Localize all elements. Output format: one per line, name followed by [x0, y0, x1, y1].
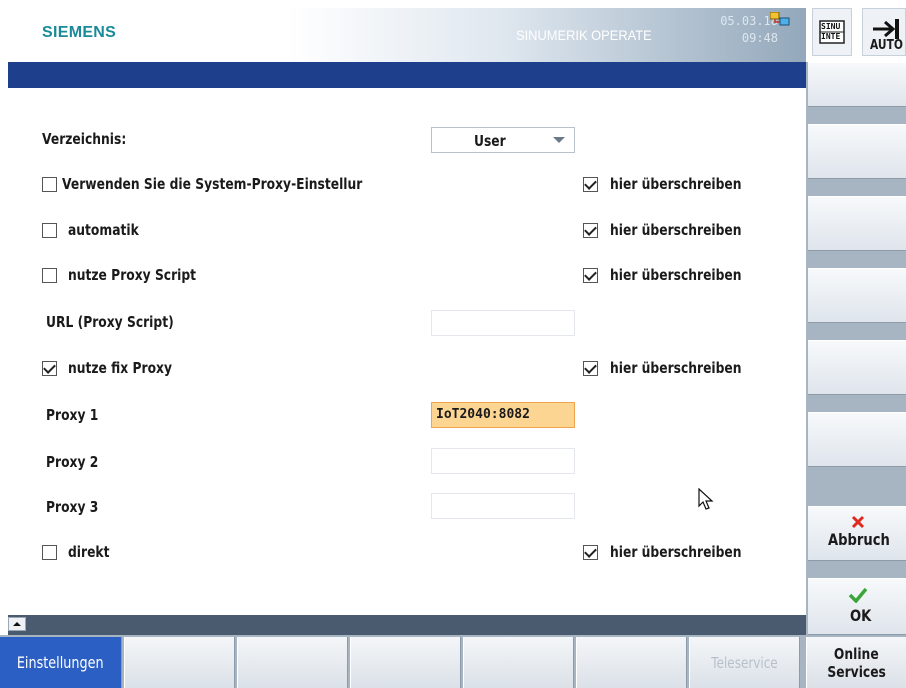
proxy1-input[interactable]: IoT2040:8082 [431, 402, 575, 428]
direct-label: direkt [68, 543, 110, 561]
cancel-button[interactable]: Abbruch [808, 506, 906, 561]
automatic-override-checkbox[interactable] [583, 223, 598, 238]
auto-mode-button[interactable]: AUTO [862, 8, 906, 56]
scroll-up-button[interactable] [8, 617, 26, 631]
hmi-label-bottom: INTE [821, 32, 841, 41]
ok-button[interactable]: OK [808, 578, 906, 635]
softkey-6[interactable] [576, 637, 687, 688]
proxy-script-label: nutze Proxy Script [68, 266, 197, 284]
proxy-script-checkbox[interactable] [42, 268, 57, 283]
proxy-script-override-label: hier überschreiben [610, 266, 742, 284]
proxy2-input[interactable] [431, 448, 575, 474]
vertical-softkey-6[interactable] [808, 412, 906, 467]
system-proxy-override-label: hier überschreiben [610, 175, 742, 193]
cancel-label: Abbruch [828, 530, 890, 549]
direct-override-label: hier überschreiben [610, 543, 742, 561]
page-scroll-strip [8, 615, 806, 635]
vertical-softkey-2[interactable] [808, 124, 906, 179]
vertical-softkey-4[interactable] [808, 268, 906, 323]
teleservice-softkey-label-wrap: Teleservice [690, 637, 799, 688]
settings-softkey-label-wrap: Einstellungen [0, 637, 121, 688]
hmi-button[interactable]: SINU INTE [812, 8, 852, 56]
automatic-checkbox[interactable] [42, 223, 57, 238]
directory-value: User [474, 132, 506, 150]
softkey-2[interactable] [124, 637, 235, 688]
hmi-label: SINU INTE [821, 22, 840, 42]
title-bar-background [8, 8, 806, 62]
settings-softkey[interactable]: Einstellungen [0, 637, 122, 688]
automatic-override-label: hier überschreiben [610, 221, 742, 239]
directory-label: Verzeichnis: [42, 130, 127, 148]
hmi-label-top: SINU [821, 22, 841, 31]
dialog-header-bar [8, 62, 806, 88]
system-proxy-override-checkbox[interactable] [583, 177, 598, 192]
proxy-script-override-checkbox[interactable] [583, 268, 598, 283]
cancel-x-icon [851, 515, 865, 529]
online-services-label-wrap: Online Services [807, 637, 906, 688]
url-input[interactable] [431, 310, 575, 336]
proxy1-input-value: IoT2040:8082 [436, 407, 530, 422]
fix-proxy-override-label: hier überschreiben [610, 359, 742, 377]
vertical-softkey-1[interactable] [808, 62, 906, 107]
system-proxy-checkbox[interactable] [42, 177, 57, 192]
ok-label: OK [850, 606, 872, 625]
fix-proxy-label: nutze fix Proxy [68, 359, 172, 377]
title-bar: SIEMENS SINUMERIK OPERATE 05.03.18 09:48 [8, 8, 806, 62]
siemens-logo: SIEMENS [42, 24, 117, 41]
proxy2-label: Proxy 2 [46, 453, 99, 471]
softkey-4[interactable] [350, 637, 461, 688]
teleservice-softkey[interactable]: Teleservice [689, 637, 800, 688]
automatic-label: automatik [68, 221, 139, 239]
online-services-label-line2: Services [827, 662, 886, 681]
softkey-5[interactable] [463, 637, 574, 688]
product-name: SINUMERIK OPERATE [516, 27, 652, 43]
proxy3-label: Proxy 3 [46, 498, 99, 516]
auto-mode-label: AUTO [870, 38, 903, 53]
direct-override-checkbox[interactable] [583, 545, 598, 560]
online-services-softkey[interactable]: Online Services [806, 637, 906, 688]
fix-proxy-checkbox[interactable] [42, 361, 57, 376]
vertical-softkey-5[interactable] [808, 340, 906, 395]
proxy-settings-panel [8, 88, 806, 615]
time-text: 09:48 [741, 31, 778, 45]
proxy1-label: Proxy 1 [46, 406, 99, 424]
proxy3-input[interactable] [431, 493, 575, 519]
mouse-pointer-icon [698, 488, 714, 510]
teleservice-softkey-label: Teleservice [711, 653, 778, 672]
vertical-softkey-3[interactable] [808, 196, 906, 251]
checkmark-icon [848, 587, 868, 603]
softkey-3[interactable] [237, 637, 348, 688]
network-status-icon [770, 12, 790, 26]
chevron-up-icon [13, 622, 21, 626]
settings-softkey-label: Einstellungen [17, 653, 104, 672]
system-proxy-label: Verwenden Sie die System-Proxy-Einstellu… [62, 175, 363, 193]
online-services-label-line1: Online [834, 644, 879, 663]
direct-checkbox[interactable] [42, 545, 57, 560]
chevron-down-icon [553, 137, 565, 143]
url-label: URL (Proxy Script) [46, 313, 174, 331]
fix-proxy-override-checkbox[interactable] [583, 361, 598, 376]
